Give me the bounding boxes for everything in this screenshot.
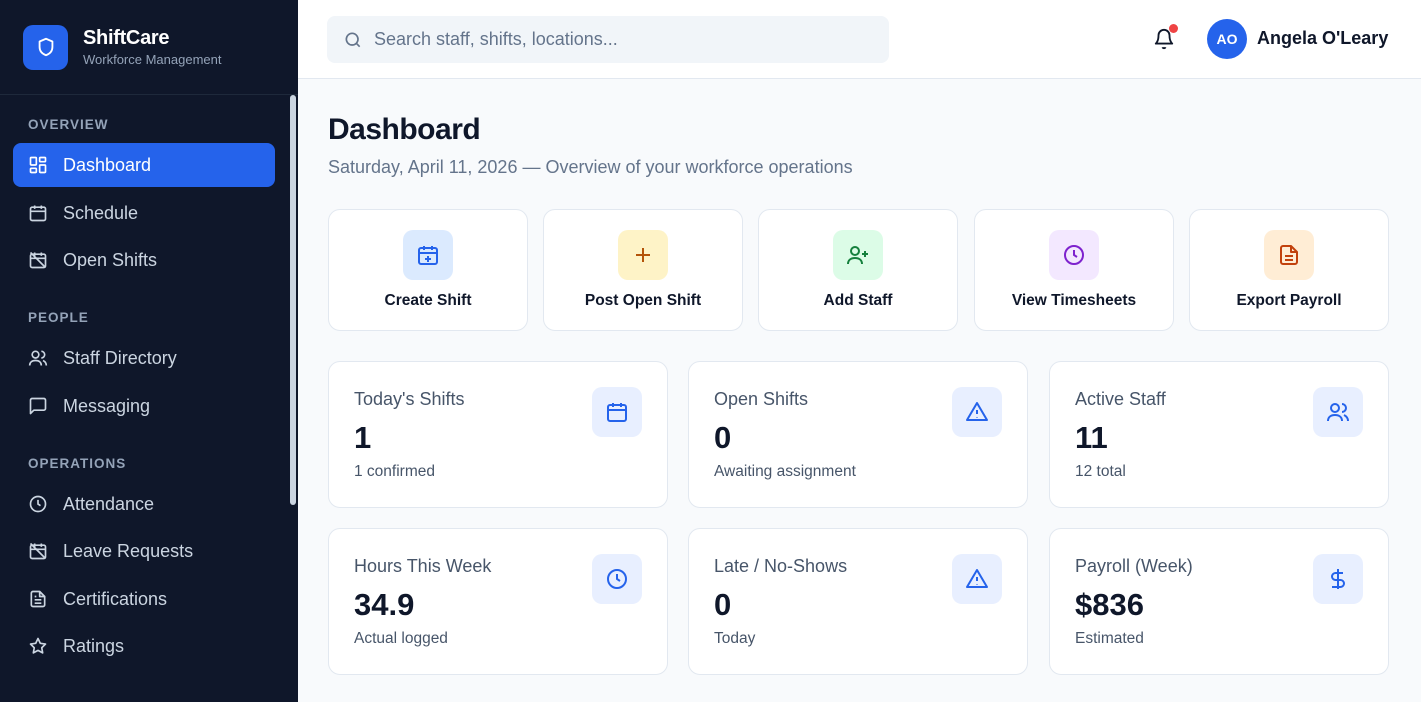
brand[interactable]: ShiftCare Workforce Management: [0, 0, 298, 95]
clock-icon: [28, 494, 48, 514]
create-shift-button[interactable]: Create Shift: [328, 209, 528, 331]
stat-card-hours-this-week[interactable]: Hours This Week 34.9 Actual logged: [328, 528, 668, 675]
calendar-icon: [592, 387, 642, 437]
stat-note: 12 total: [1075, 463, 1126, 480]
stat-label: Today's Shifts: [354, 389, 465, 409]
alert-triangle-icon: [952, 554, 1002, 604]
message-square-icon: [28, 396, 48, 416]
alert-triangle-icon: [952, 387, 1002, 437]
plus-icon: [618, 230, 668, 280]
users-icon: [28, 348, 48, 368]
stat-label: Late / No-Shows: [714, 556, 848, 576]
stat-note: Awaiting assignment: [714, 463, 856, 480]
sidebar-item-dashboard[interactable]: Dashboard: [13, 143, 275, 187]
users-icon: [1313, 387, 1363, 437]
stat-label: Open Shifts: [714, 389, 809, 409]
dollar-icon: [1313, 554, 1363, 604]
stat-card-todays-shifts[interactable]: Today's Shifts 1 1 confirmed: [328, 361, 668, 508]
user-name[interactable]: Angela O'Leary: [1257, 28, 1388, 49]
sidebar-scrollbar[interactable]: [290, 95, 296, 505]
sidebar-nav: OVERVIEW Dashboard Schedule Open Shifts …: [0, 95, 298, 702]
quick-action-label: Add Staff: [823, 292, 893, 309]
calendar-icon: [28, 203, 48, 223]
stat-note: Estimated: [1075, 630, 1144, 647]
main-content: Dashboard Saturday, April 11, 2026 — Ove…: [298, 79, 1421, 702]
page-subtitle: Saturday, April 11, 2026 — Overview of y…: [328, 157, 853, 177]
clock-icon: [1049, 230, 1099, 280]
sidebar-item-leave-requests[interactable]: Leave Requests: [13, 529, 275, 573]
calendar-off-icon: [28, 250, 48, 270]
search-input[interactable]: [374, 29, 854, 50]
add-staff-button[interactable]: Add Staff: [758, 209, 958, 331]
stat-note: 1 confirmed: [354, 463, 435, 480]
search-box[interactable]: [327, 16, 889, 63]
shield-icon: [23, 24, 68, 70]
stat-value: 1: [354, 420, 372, 455]
sidebar-item-label: Leave Requests: [63, 540, 194, 561]
calendar-off-icon: [28, 541, 48, 561]
stat-label: Hours This Week: [354, 556, 492, 576]
sidebar-item-label: Messaging: [63, 395, 151, 416]
stat-card-payroll-week[interactable]: Payroll (Week) $836 Estimated: [1049, 528, 1389, 675]
sidebar-item-label: Ratings: [63, 635, 125, 656]
sidebar-item-label: Attendance: [63, 493, 155, 514]
document-icon: [28, 589, 48, 609]
stat-note: Actual logged: [354, 630, 448, 647]
stat-value: 0: [714, 587, 732, 622]
sidebar-item-label: Dashboard: [63, 154, 152, 175]
stat-value: 11: [1075, 420, 1108, 455]
sidebar-item-attendance[interactable]: Attendance: [13, 482, 275, 526]
user-plus-icon: [833, 230, 883, 280]
sidebar: ShiftCare Workforce Management OVERVIEW …: [0, 0, 298, 702]
stat-label: Payroll (Week): [1075, 556, 1193, 576]
quick-action-label: View Timesheets: [1011, 292, 1137, 309]
view-timesheets-button[interactable]: View Timesheets: [974, 209, 1174, 331]
calendar-plus-icon: [403, 230, 453, 280]
section-label-operations: OPERATIONS: [28, 456, 127, 471]
sidebar-item-staff-directory[interactable]: Staff Directory: [13, 336, 275, 380]
star-icon: [28, 636, 48, 656]
sidebar-item-schedule[interactable]: Schedule: [13, 191, 275, 235]
sidebar-item-label: Schedule: [63, 202, 139, 223]
sidebar-item-label: Staff Directory: [63, 347, 177, 368]
stat-card-open-shifts[interactable]: Open Shifts 0 Awaiting assignment: [688, 361, 1028, 508]
sidebar-item-label: Open Shifts: [63, 249, 158, 270]
quick-action-label: Export Payroll: [1236, 292, 1342, 309]
search-icon: [343, 30, 363, 50]
brand-subtitle: Workforce Management: [83, 52, 222, 67]
quick-action-label: Create Shift: [384, 292, 472, 309]
brand-name: ShiftCare: [83, 27, 170, 49]
sidebar-item-ratings[interactable]: Ratings: [13, 624, 275, 668]
page-title: Dashboard: [328, 113, 481, 146]
clock-icon: [592, 554, 642, 604]
quick-action-label: Post Open Shift: [584, 292, 702, 309]
sidebar-item-open-shifts[interactable]: Open Shifts: [13, 238, 275, 282]
stat-card-late-no-shows[interactable]: Late / No-Shows 0 Today: [688, 528, 1028, 675]
file-text-icon: [1264, 230, 1314, 280]
post-open-shift-button[interactable]: Post Open Shift: [543, 209, 743, 331]
dashboard-grid-icon: [28, 155, 48, 175]
stat-value: $836: [1075, 587, 1144, 622]
stat-value: 34.9: [354, 587, 415, 622]
stat-label: Active Staff: [1075, 389, 1166, 409]
sidebar-item-label: Certifications: [63, 588, 168, 609]
section-label-people: PEOPLE: [28, 310, 89, 325]
avatar[interactable]: AO: [1207, 19, 1247, 59]
stat-note: Today: [714, 630, 756, 647]
stat-value: 0: [714, 420, 732, 455]
notification-dot: [1169, 24, 1178, 33]
section-label-overview: OVERVIEW: [28, 117, 109, 132]
stat-card-active-staff[interactable]: Active Staff 11 12 total: [1049, 361, 1389, 508]
sidebar-item-certifications[interactable]: Certifications: [13, 577, 275, 621]
export-payroll-button[interactable]: Export Payroll: [1189, 209, 1389, 331]
sidebar-item-messaging[interactable]: Messaging: [13, 384, 275, 428]
top-bar: AO Angela O'Leary: [298, 0, 1421, 79]
